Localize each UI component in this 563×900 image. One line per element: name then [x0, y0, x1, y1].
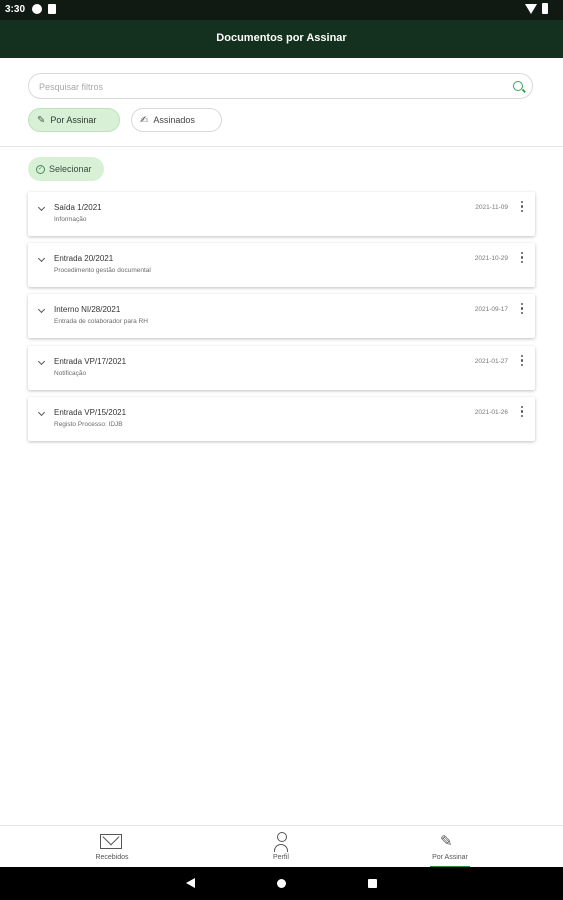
document-subtitle: Informação: [54, 216, 87, 223]
document-subtitle: Notificação: [54, 370, 87, 377]
document-title: Interno NI/28/2021: [54, 305, 121, 314]
select-button[interactable]: ✓ Selecionar: [28, 157, 104, 181]
document-card[interactable]: Entrada 20/2021 Procedimento gestão docu…: [28, 243, 535, 287]
filter-assinados[interactable]: ✍ Assinados: [131, 108, 222, 132]
check-circle-icon: ✓: [36, 164, 45, 174]
nav-por-assinar[interactable]: ✎ Por Assinar: [420, 826, 480, 868]
document-card[interactable]: Entrada VP/15/2021 Registo Processo: IDJ…: [28, 397, 535, 441]
document-date: 2021-01-27: [474, 358, 508, 365]
document-title: Entrada 20/2021: [54, 254, 114, 263]
document-subtitle: Entrada de colaborador para RH: [54, 318, 148, 325]
pen-icon: ✎: [37, 114, 46, 126]
more-vert-icon[interactable]: [521, 355, 524, 367]
document-title: Entrada VP/17/2021: [54, 357, 127, 366]
document-card[interactable]: Interno NI/28/2021 Entrada de colaborado…: [28, 294, 535, 338]
wifi-icon: [525, 4, 537, 14]
chevron-down-icon[interactable]: [37, 305, 46, 314]
document-date: 2021-01-26: [474, 409, 508, 416]
back-icon[interactable]: [186, 878, 195, 888]
filter-por-assinar[interactable]: ✎ Por Assinar: [28, 108, 120, 132]
document-date: 2021-10-29: [474, 255, 508, 262]
status-bar: 3:30: [0, 0, 563, 20]
nav-recebidos-label: Recebidos: [95, 854, 129, 861]
chevron-down-icon[interactable]: [37, 203, 46, 212]
nav-perfil-label: Perfil: [273, 854, 289, 861]
nav-recebidos[interactable]: Recebidos: [82, 826, 142, 868]
search-input[interactable]: [37, 74, 511, 100]
filter-por-assinar-label: Por Assinar: [50, 115, 97, 125]
battery-icon: [542, 3, 548, 14]
mail-icon: [100, 834, 122, 849]
bottom-nav: Recebidos Perfil ✎ Por Assinar: [0, 825, 563, 868]
pen-icon: ✎: [440, 833, 453, 850]
recent-apps-icon[interactable]: [368, 879, 377, 888]
more-vert-icon[interactable]: [521, 303, 524, 315]
nav-por-assinar-label: Por Assinar: [432, 854, 468, 861]
page-title: Documentos por Assinar: [216, 32, 347, 44]
status-time: 3:30: [5, 4, 26, 15]
chevron-down-icon[interactable]: [37, 357, 46, 366]
search-bar[interactable]: [28, 73, 533, 100]
search-icon[interactable]: [513, 81, 523, 91]
filter-assinados-label: Assinados: [153, 115, 195, 125]
document-subtitle: Registo Processo: IDJB: [54, 421, 123, 428]
more-vert-icon[interactable]: [521, 252, 524, 264]
document-card[interactable]: Saída 1/2021 Informação 2021-11-09: [28, 192, 535, 236]
divider: [0, 146, 563, 147]
home-icon[interactable]: [277, 879, 286, 888]
document-title: Entrada VP/15/2021: [54, 408, 127, 417]
chevron-down-icon[interactable]: [37, 254, 46, 263]
app-bar: Documentos por Assinar: [0, 20, 563, 58]
document-subtitle: Procedimento gestão documental: [54, 267, 151, 274]
document-date: 2021-11-09: [475, 204, 508, 211]
signature-icon: ✍: [140, 114, 149, 126]
person-icon: [274, 832, 288, 852]
document-title: Saída 1/2021: [54, 203, 102, 212]
system-nav-bar: [0, 867, 563, 900]
chevron-down-icon[interactable]: [37, 408, 46, 417]
notification-icon: [32, 4, 42, 14]
select-label: Selecionar: [49, 164, 92, 174]
document-date: 2021-09-17: [474, 306, 508, 313]
more-vert-icon[interactable]: [521, 406, 524, 418]
nav-perfil[interactable]: Perfil: [251, 826, 311, 868]
document-card[interactable]: Entrada VP/17/2021 Notificação 2021-01-2…: [28, 346, 535, 390]
sim-icon: [48, 4, 56, 14]
more-vert-icon[interactable]: [521, 201, 524, 213]
